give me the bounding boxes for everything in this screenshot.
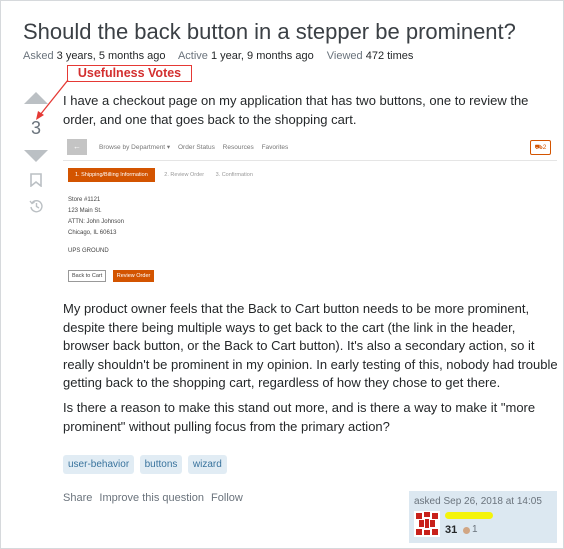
mock-back-to-cart-button: Back to Cart: [68, 270, 107, 282]
tag-wizard[interactable]: wizard: [187, 455, 227, 474]
mock-nav-item: Browse by Department ▾: [99, 144, 171, 151]
mock-address-line: ATTN: John Johnson: [68, 219, 124, 225]
owner-card: asked Sep 26, 2018 at 14:05 31 1: [409, 491, 557, 543]
redacted-username: [445, 512, 493, 519]
vote-count: 3: [30, 118, 41, 138]
mock-address-line: Chicago, IL 60613: [68, 230, 117, 236]
user-avatar[interactable]: [414, 511, 440, 537]
mock-review-order-button: Review Order: [112, 270, 155, 282]
mock-header: ← Browse by Department ▾ Order Status Re…: [63, 136, 557, 161]
question-body-paragraph-1: I have a checkout page on my application…: [63, 93, 529, 127]
follow-link[interactable]: Follow: [211, 492, 243, 504]
mock-stepper: 1. Shipping/Billing Information 2. Revie…: [68, 168, 263, 182]
question-title[interactable]: Should the back button in a stepper be p…: [23, 18, 516, 46]
tag-list: user-behavior buttons wizard: [63, 454, 228, 474]
reputation-score: 31: [445, 524, 458, 536]
mock-cart-icon: ⛟2: [530, 140, 551, 155]
tag-buttons[interactable]: buttons: [139, 455, 183, 474]
mock-address-line: Store #1121: [68, 197, 101, 203]
mock-step: 3. Confirmation: [215, 172, 253, 178]
post-actions: Share Improve this question Follow: [63, 492, 247, 504]
mock-nav-item: Favorites: [261, 144, 289, 151]
mock-back-icon: ←: [67, 139, 87, 155]
improve-question-link[interactable]: Improve this question: [99, 492, 204, 504]
downvote-arrow-icon[interactable]: [24, 150, 48, 162]
mock-address-line: 123 Main St.: [68, 208, 102, 214]
bookmark-icon[interactable]: [30, 173, 42, 187]
question-body-paragraph-3: Is there a reason to make this stand out…: [63, 400, 536, 434]
history-icon[interactable]: [28, 198, 44, 214]
bronze-badge-icon: [463, 527, 470, 534]
question-body-paragraph-2: My product owner feels that the Back to …: [63, 301, 558, 390]
asked-value: 3 years, 5 months ago: [56, 50, 166, 62]
viewed-value: 472 times: [365, 50, 414, 62]
bronze-badge-count: 1: [472, 524, 478, 535]
mock-buttons: Back to Cart Review Order: [68, 264, 155, 282]
mock-cart-count: 2: [542, 144, 547, 151]
mock-nav-item: Order Status: [178, 144, 215, 151]
mock-nav: Browse by Department ▾ Order Status Reso…: [99, 143, 294, 151]
mock-shipping-method: UPS GROUND: [68, 248, 109, 254]
mock-address: Store #1121 123 Main St. ATTN: John John…: [68, 195, 124, 239]
upvote-arrow-icon[interactable]: [24, 92, 48, 104]
viewed-label: Viewed: [326, 50, 363, 62]
asked-timestamp[interactable]: asked Sep 26, 2018 at 14:05: [414, 496, 542, 507]
mock-step-active: 1. Shipping/Billing Information: [68, 168, 155, 182]
active-value[interactable]: 1 year, 9 months ago: [211, 50, 314, 62]
question-meta: Asked 3 years, 5 months ago Active 1 yea…: [23, 50, 413, 62]
tag-user-behavior[interactable]: user-behavior: [63, 455, 135, 474]
active-label: Active: [177, 50, 208, 62]
share-link[interactable]: Share: [63, 492, 92, 504]
embedded-checkout-screenshot: ← Browse by Department ▾ Order Status Re…: [63, 136, 557, 289]
mock-step: 2. Review Order: [164, 172, 205, 178]
mock-nav-item: Resources: [222, 144, 254, 151]
usefulness-votes-annotation: Usefulness Votes: [67, 65, 192, 82]
asked-label: Asked: [23, 50, 54, 62]
